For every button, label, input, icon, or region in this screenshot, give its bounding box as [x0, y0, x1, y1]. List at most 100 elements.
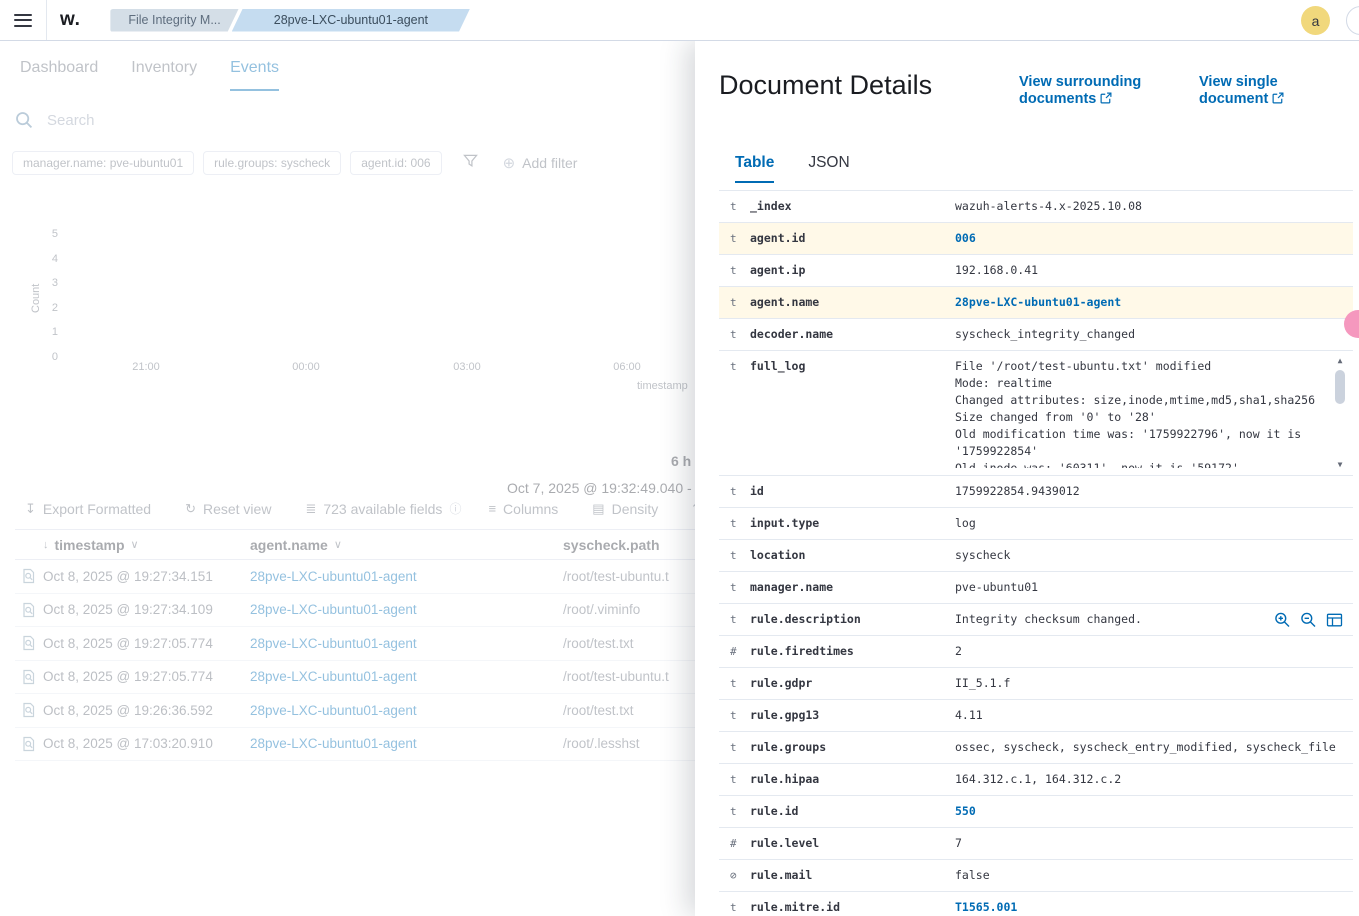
field-row: t rule.gdpr II_5.1.f ▲ ▼ [719, 668, 1353, 700]
field-name: agent.id [750, 230, 955, 247]
field-value: false [955, 867, 1347, 884]
field-type-icon: ⊘ [730, 867, 750, 884]
breadcrumb-item[interactable]: File Integrity M... [110, 9, 238, 32]
field-name: rule.mail [750, 867, 955, 884]
field-type-icon: t [730, 515, 750, 532]
field-scrollbar[interactable]: ▲ ▼ [1333, 356, 1347, 470]
field-value: 1759922854.9439012 [955, 483, 1347, 500]
field-name: decoder.name [750, 326, 955, 343]
field-row: t agent.id 006 ▲ ▼ [719, 223, 1353, 255]
field-value: ossec, syscheck, syscheck_entry_modified… [955, 739, 1347, 756]
field-type-icon: t [730, 326, 750, 343]
field-type-icon: t [730, 483, 750, 500]
field-value: log [955, 515, 1347, 532]
field-row: t manager.name pve-ubuntu01 ▲ ▼ [719, 572, 1353, 604]
field-type-icon: t [730, 358, 750, 375]
field-name: location [750, 547, 955, 564]
field-type-icon: t [730, 803, 750, 820]
field-name: agent.ip [750, 262, 955, 279]
scroll-up-icon[interactable]: ▲ [1338, 356, 1343, 366]
field-type-icon: t [730, 739, 750, 756]
field-table: t _index wazuh-alerts-4.x-2025.10.08 ▲ ▼… [719, 190, 1353, 916]
field-type-icon: t [730, 899, 750, 916]
field-type-icon: t [730, 294, 750, 311]
field-row: t location syscheck ▲ ▼ [719, 540, 1353, 572]
panel-tab[interactable]: Table [735, 154, 774, 183]
filter-for-value-icon[interactable] [1274, 611, 1291, 628]
field-name: rule.firedtimes [750, 643, 955, 660]
field-row: t rule.hipaa 164.312.c.1, 164.312.c.2 ▲ … [719, 764, 1353, 796]
field-row: t rule.description Integrity checksum ch… [719, 604, 1353, 636]
view-documents-link[interactable]: View single document [1199, 74, 1311, 108]
panel-tabs: Table JSON [719, 154, 1353, 183]
logo-dot: . [75, 9, 81, 30]
field-value: syscheck_integrity_changed [955, 326, 1347, 343]
link-label: View single document [1199, 74, 1278, 107]
breadcrumb-item[interactable]: 28pve-LXC-ubuntu01-agent [232, 9, 470, 32]
field-value[interactable]: 006 [955, 230, 1347, 247]
field-value[interactable]: 550 [955, 803, 1347, 820]
field-name: manager.name [750, 579, 955, 596]
topbar: w. File Integrity M...28pve-LXC-ubuntu01… [0, 0, 1359, 41]
field-type-icon: t [730, 675, 750, 692]
logo-text: w [60, 9, 75, 30]
document-details-panel: Document Details View surrounding docume… [695, 41, 1359, 916]
field-type-icon: t [730, 707, 750, 724]
toggle-column-icon[interactable] [1326, 611, 1343, 628]
field-row: t rule.groups ossec, syscheck, syscheck_… [719, 732, 1353, 764]
field-name: rule.groups [750, 739, 955, 756]
field-value: wazuh-alerts-4.x-2025.10.08 [955, 198, 1347, 215]
field-type-icon: t [730, 547, 750, 564]
breadcrumb: File Integrity M...28pve-LXC-ubuntu01-ag… [110, 9, 470, 32]
field-row: t input.type log ▲ ▼ [719, 508, 1353, 540]
field-type-icon: t [730, 771, 750, 788]
field-row: t rule.mitre.id T1565.001 ▲ ▼ [719, 892, 1353, 916]
field-name: agent.name [750, 294, 955, 311]
field-row: t rule.id 550 ▲ ▼ [719, 796, 1353, 828]
avatar[interactable]: a [1301, 6, 1330, 35]
app-logo[interactable]: w. [60, 9, 80, 31]
field-row: t full_log File '/root/test-ubuntu.txt' … [719, 351, 1353, 476]
field-row: t decoder.name syscheck_integrity_change… [719, 319, 1353, 351]
field-name: rule.level [750, 835, 955, 852]
field-type-icon: t [730, 579, 750, 596]
help-button[interactable] [1346, 6, 1359, 35]
view-documents-link[interactable]: View surrounding documents [1019, 74, 1169, 108]
panel-tab[interactable]: JSON [808, 154, 849, 183]
field-value: File '/root/test-ubuntu.txt' modified Mo… [955, 358, 1347, 468]
field-row: t rule.gpg13 4.11 ▲ ▼ [719, 700, 1353, 732]
external-link-icon [1272, 92, 1284, 104]
field-value: 164.312.c.1, 164.312.c.2 [955, 771, 1347, 788]
external-link-icon [1100, 92, 1112, 104]
field-actions [1270, 611, 1343, 628]
field-value[interactable]: T1565.001 [955, 899, 1347, 916]
menu-icon[interactable] [14, 14, 32, 27]
field-row: t _index wazuh-alerts-4.x-2025.10.08 ▲ ▼ [719, 191, 1353, 223]
filter-out-value-icon[interactable] [1300, 611, 1317, 628]
field-type-icon: # [730, 643, 750, 660]
field-value: 4.11 [955, 707, 1347, 724]
field-value[interactable]: 28pve-LXC-ubuntu01-agent [955, 294, 1347, 311]
field-name: rule.description [750, 611, 955, 628]
field-row: # rule.firedtimes 2 ▲ ▼ [719, 636, 1353, 668]
scroll-down-icon[interactable]: ▼ [1338, 460, 1343, 470]
field-value: syscheck [955, 547, 1347, 564]
field-row: t agent.ip 192.168.0.41 ▲ ▼ [719, 255, 1353, 287]
field-row: # rule.level 7 ▲ ▼ [719, 828, 1353, 860]
field-row: ⊘ rule.mail false ▲ ▼ [719, 860, 1353, 892]
screen: w. File Integrity M...28pve-LXC-ubuntu01… [0, 0, 1359, 916]
field-name: rule.gpg13 [750, 707, 955, 724]
field-type-icon: t [730, 611, 750, 628]
scrollbar-thumb[interactable] [1335, 370, 1345, 404]
field-value: 7 [955, 835, 1347, 852]
field-name: id [750, 483, 955, 500]
panel-header: Document Details View surrounding docume… [719, 68, 1353, 108]
field-name: full_log [750, 358, 955, 375]
field-row: t agent.name 28pve-LXC-ubuntu01-agent ▲ … [719, 287, 1353, 319]
topbar-divider [46, 0, 47, 40]
field-type-icon: # [730, 835, 750, 852]
field-name: _index [750, 198, 955, 215]
panel-links: View surrounding documents View single do… [1019, 68, 1311, 108]
field-value: 2 [955, 643, 1347, 660]
field-type-icon: t [730, 262, 750, 279]
